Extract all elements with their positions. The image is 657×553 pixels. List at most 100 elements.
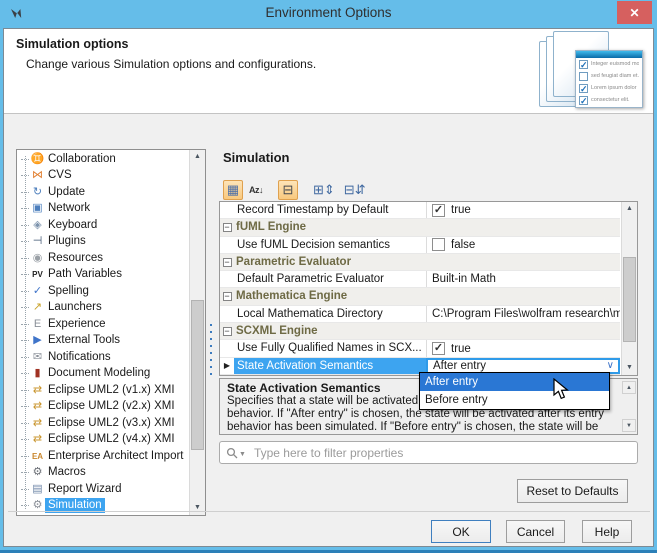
reset-to-defaults-button[interactable]: Reset to Defaults xyxy=(517,479,628,503)
tree-item-keyboard[interactable]: ◈Keyboard xyxy=(21,217,188,234)
tree-item-label: Notifications xyxy=(45,350,114,365)
tree-item-launchers[interactable]: ↗Launchers xyxy=(21,300,188,317)
xmi-export-icon: ⇄ xyxy=(30,432,45,447)
tree-item-label: Keyboard xyxy=(45,218,100,233)
row-gutter xyxy=(220,202,234,218)
collapse-all-button[interactable]: ⊟⇵ xyxy=(341,180,369,200)
property-value[interactable]: false xyxy=(426,237,620,253)
checked-checkbox-icon: ✓ xyxy=(579,96,588,105)
checklist-row-text: sed feugiat diam et. xyxy=(591,73,639,79)
tree-item-enterprise-architect-import[interactable]: EAEnterprise Architect Import xyxy=(21,448,188,465)
scroll-up-icon[interactable]: ▲ xyxy=(190,150,205,164)
tree-item-external-tools[interactable]: ▶External Tools xyxy=(21,333,188,350)
group-expander[interactable]: − xyxy=(220,288,234,304)
tree-item-notifications[interactable]: ✉Notifications xyxy=(21,349,188,366)
close-button[interactable]: ✕ xyxy=(617,1,652,24)
filter-field[interactable]: ▼ xyxy=(219,441,638,464)
tree-item-eclipse-uml2-v3-x-xmi[interactable]: ⇄Eclipse UML2 (v3.x) XMI xyxy=(21,415,188,432)
scroll-up-icon[interactable]: ▲ xyxy=(622,202,637,216)
tree-item-network[interactable]: ▣Network xyxy=(21,201,188,218)
expand-all-button[interactable]: ⊞⇕ xyxy=(310,180,338,200)
tree-item-spelling[interactable]: ✓Spelling xyxy=(21,283,188,300)
tree-scrollbar[interactable]: ▲ ▼ xyxy=(189,150,205,515)
tree-item-label: Report Wizard xyxy=(45,482,125,497)
cancel-button[interactable]: Cancel xyxy=(506,520,565,543)
value-text: Built-in Math xyxy=(432,273,496,285)
checked-checkbox[interactable]: ✓ xyxy=(432,204,445,217)
chevron-down-icon[interactable]: ∨ xyxy=(607,360,614,371)
splitter-grip[interactable] xyxy=(208,324,214,380)
unchecked-checkbox[interactable] xyxy=(432,238,445,251)
group-row[interactable]: −SCXML Engine xyxy=(220,323,620,340)
tree-item-macros[interactable]: ⚙Macros xyxy=(21,465,188,482)
checked-checkbox[interactable]: ✓ xyxy=(432,342,445,355)
collapse-icon[interactable]: − xyxy=(223,258,232,267)
group-label: Parametric Evaluator xyxy=(234,254,351,270)
tree-item-collaboration[interactable]: ♊Collaboration xyxy=(21,151,188,168)
collapse-icon[interactable]: − xyxy=(223,327,232,336)
row-gutter xyxy=(220,306,234,322)
group-label: fUML Engine xyxy=(234,219,306,235)
property-value[interactable]: ✓true xyxy=(426,202,620,218)
tree-item-label: Macros xyxy=(45,465,89,480)
scroll-up-icon[interactable]: ▲ xyxy=(622,381,636,394)
collapse-icon[interactable]: − xyxy=(223,292,232,301)
property-row[interactable]: Record Timestamp by Default✓true xyxy=(220,202,620,219)
tree-item-document-modeling[interactable]: ▮Document Modeling xyxy=(21,366,188,383)
show-description-icon: ⊟ xyxy=(283,182,294,198)
scroll-down-icon[interactable]: ▼ xyxy=(622,419,636,432)
show-description-button[interactable]: ⊟ xyxy=(278,180,298,200)
tree-item-resources[interactable]: ◉Resources xyxy=(21,250,188,267)
scroll-thumb[interactable] xyxy=(623,257,636,342)
tree-item-eclipse-uml2-v2-x-xmi[interactable]: ⇄Eclipse UML2 (v2.x) XMI xyxy=(21,399,188,416)
tree-item-eclipse-uml2-v1-x-xmi[interactable]: ⇄Eclipse UML2 (v1.x) XMI xyxy=(21,382,188,399)
options-header: Simulation options Change various Simula… xyxy=(4,29,653,114)
group-row[interactable]: −fUML Engine xyxy=(220,219,620,236)
property-row[interactable]: Use fUML Decision semanticsfalse xyxy=(220,237,620,254)
tree-item-label: Eclipse UML2 (v3.x) XMI xyxy=(45,416,178,431)
row-gutter: ▶ xyxy=(220,358,234,374)
sort-alphabetically-button[interactable]: Az↓ xyxy=(246,180,266,200)
collapse-icon[interactable]: − xyxy=(223,223,232,232)
tree-item-update[interactable]: ↻Update xyxy=(21,184,188,201)
group-expander[interactable]: − xyxy=(220,219,234,235)
tree-item-label: Eclipse UML2 (v1.x) XMI xyxy=(45,383,178,398)
help-button[interactable]: Help xyxy=(582,520,632,543)
tree-item-path-variables[interactable]: PVPath Variables xyxy=(21,267,188,284)
tree-item-cvs[interactable]: ⋈CVS xyxy=(21,168,188,185)
title-bar[interactable]: Environment Options ✕ xyxy=(0,0,657,28)
page-description: Change various Simulation options and co… xyxy=(26,57,316,71)
property-row[interactable]: Local Mathematica DirectoryC:\Program Fi… xyxy=(220,306,620,323)
tree-item-plugins[interactable]: ⊣Plugins xyxy=(21,234,188,251)
filter-input[interactable] xyxy=(252,445,631,461)
table-scrollbar[interactable]: ▲ ▼ xyxy=(621,202,637,375)
ok-button[interactable]: OK xyxy=(431,520,491,543)
property-row[interactable]: Use Fully Qualified Names in SCX...✓true xyxy=(220,340,620,357)
group-row[interactable]: −Parametric Evaluator xyxy=(220,254,620,271)
property-value[interactable]: C:\Program Files\wolfram research\math xyxy=(426,306,620,322)
group-expander[interactable]: − xyxy=(220,323,234,339)
environment-options-dialog: Environment Options ✕ Simulation options… xyxy=(0,0,657,553)
property-value[interactable]: ✓ true xyxy=(426,340,620,356)
scroll-thumb[interactable] xyxy=(191,300,204,450)
property-value[interactable]: Built-in Math xyxy=(426,271,620,287)
xmi-export-icon: ⇄ xyxy=(30,416,45,431)
categorized-view-button[interactable]: ▦ xyxy=(223,180,243,200)
group-expander[interactable]: − xyxy=(220,254,234,270)
tree-item-report-wizard[interactable]: ▤Report Wizard xyxy=(21,481,188,498)
tree-item-experience[interactable]: EExperience xyxy=(21,316,188,333)
tree-item-label: Network xyxy=(45,201,93,216)
dropdown-option[interactable]: Before entry xyxy=(420,391,609,409)
property-row[interactable]: Default Parametric EvaluatorBuilt-in Mat… xyxy=(220,271,620,288)
update-icon: ↻ xyxy=(30,185,45,200)
dropdown-option[interactable]: After entry xyxy=(420,373,609,391)
tree-item-label: Launchers xyxy=(45,300,105,315)
tree-item-label: Spelling xyxy=(45,284,92,299)
value-text: true xyxy=(451,343,471,355)
scroll-down-icon[interactable]: ▼ xyxy=(190,501,205,515)
filter-options-caret-icon[interactable]: ▼ xyxy=(239,451,246,458)
group-row[interactable]: −Mathematica Engine xyxy=(220,288,620,305)
tree-item-eclipse-uml2-v4-x-xmi[interactable]: ⇄Eclipse UML2 (v4.x) XMI xyxy=(21,432,188,449)
property-label: Local Mathematica Directory xyxy=(234,306,426,322)
scroll-down-icon[interactable]: ▼ xyxy=(622,361,637,375)
